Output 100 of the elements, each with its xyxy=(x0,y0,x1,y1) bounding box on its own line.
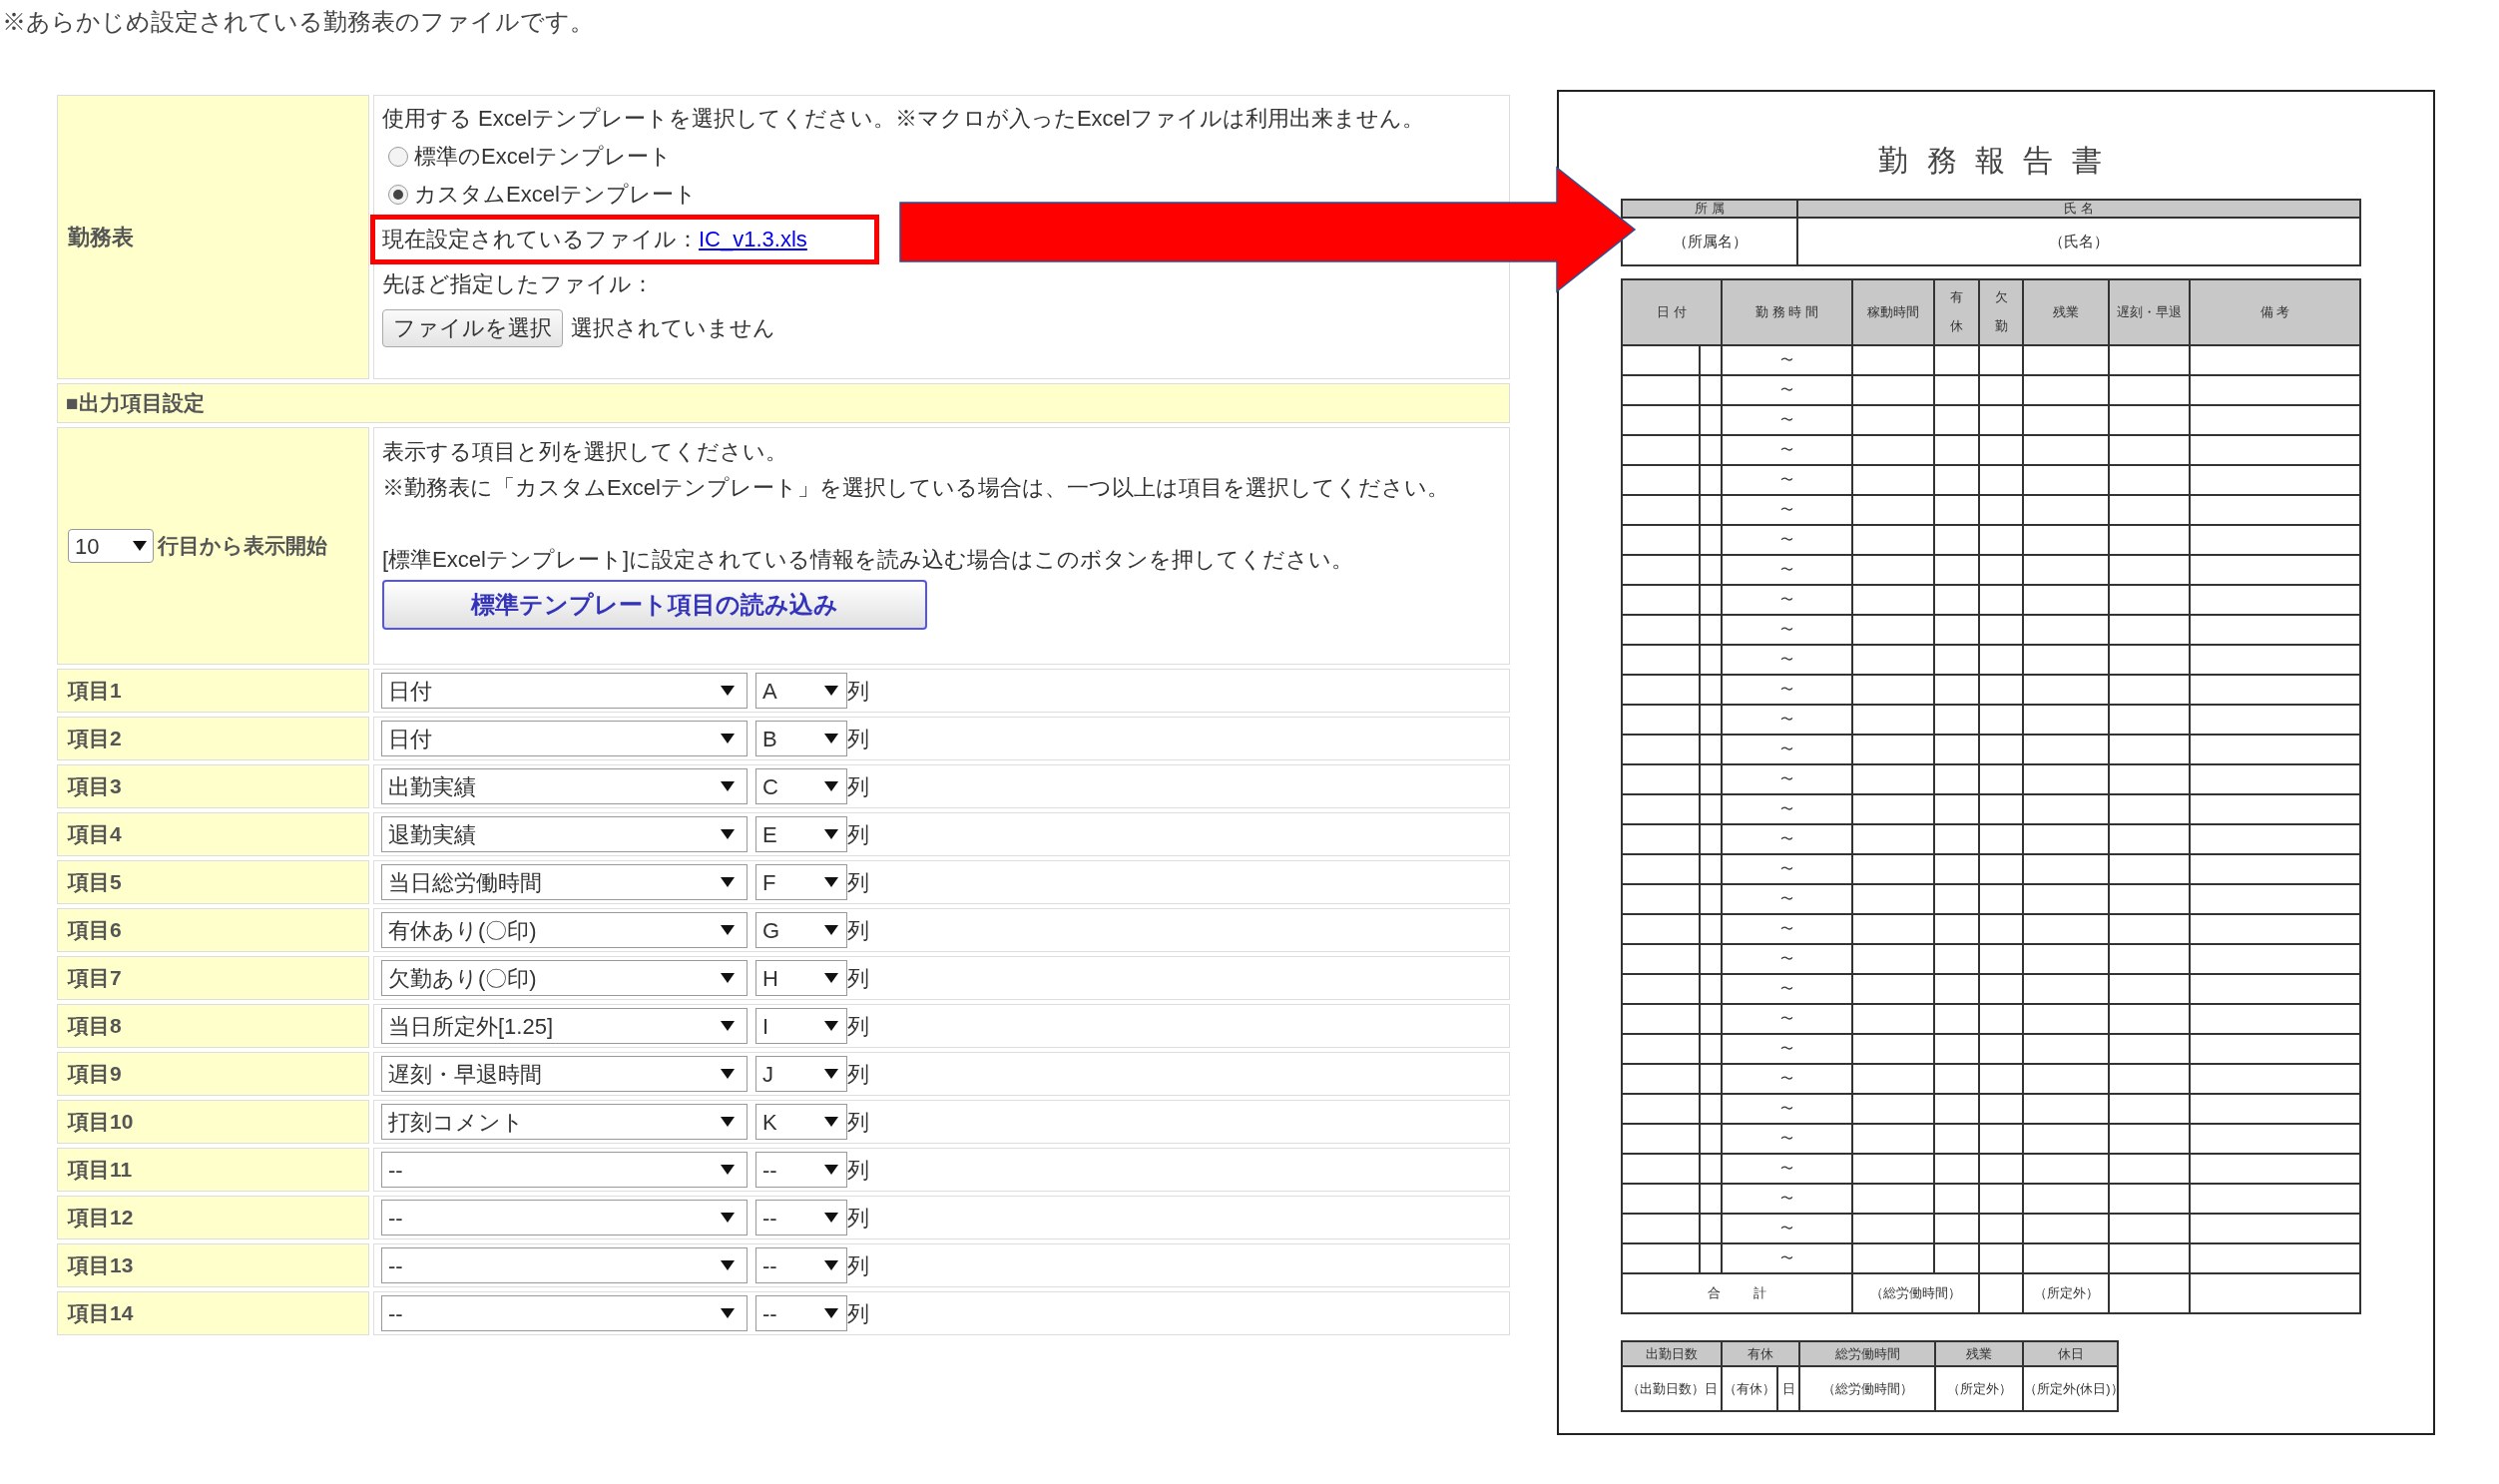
column-select[interactable]: G xyxy=(755,912,847,948)
table-cell: 〜 xyxy=(1780,1101,1793,1116)
caret-icon xyxy=(824,1260,838,1270)
caret-icon xyxy=(721,734,735,743)
field-select[interactable]: -- xyxy=(381,1200,748,1236)
column-select[interactable]: C xyxy=(755,768,847,804)
caret-icon xyxy=(721,1069,735,1079)
table-cell: （氏名） xyxy=(2049,232,2109,249)
column-header: 欠勤 xyxy=(1994,288,2008,335)
field-select[interactable]: -- xyxy=(381,1152,748,1188)
column-header: 休日 xyxy=(2057,1345,2084,1361)
table-cell: 〜 xyxy=(1780,1161,1793,1176)
field-label: 先ほど指定したファイル： xyxy=(382,270,655,298)
column-header: 所 属 xyxy=(1695,201,1725,216)
column-select[interactable]: -- xyxy=(755,1295,847,1331)
radio-label: 標準のExcelテンプレート xyxy=(414,143,672,171)
row-label: 項目2 xyxy=(68,726,122,752)
suffix-text: 列 xyxy=(847,1012,869,1041)
table-cell: 〜 xyxy=(1780,1071,1793,1086)
column-header: 有休 xyxy=(1950,288,1963,335)
help-text: 表示する項目と列を選択してください。 xyxy=(382,438,788,466)
row-label: 項目10 xyxy=(68,1109,134,1136)
column-header: 遅刻・早退 xyxy=(2117,304,2182,320)
radio-button[interactable] xyxy=(388,147,408,167)
caret-icon xyxy=(721,925,735,935)
load-template-button[interactable]: 標準テンプレート項目の読み込み xyxy=(382,580,927,630)
suffix-text: 列 xyxy=(847,772,869,801)
caret-icon xyxy=(824,829,838,839)
column-select[interactable]: J xyxy=(755,1056,847,1092)
instruction-text: 使用する Excelテンプレートを選択してください。※マクロが入ったExcelファイルは利用出来ません。 xyxy=(382,105,1425,133)
field-select[interactable]: 打刻コメント xyxy=(381,1104,748,1140)
column-header: 氏 名 xyxy=(2064,201,2094,216)
row-label: 項目3 xyxy=(68,773,122,800)
caret-icon xyxy=(824,1308,838,1318)
table-cell: 〜 xyxy=(1780,1011,1793,1026)
field-select[interactable]: 日付 xyxy=(381,721,748,756)
field-select[interactable]: -- xyxy=(381,1295,748,1331)
field-select[interactable]: 当日総労働時間 xyxy=(381,864,748,900)
field-label: 行目から表示開始 xyxy=(158,533,327,560)
suffix-text: 列 xyxy=(847,1108,869,1137)
suffix-text: 列 xyxy=(847,916,869,945)
suffix-text: 列 xyxy=(847,868,869,897)
field-select[interactable]: 日付 xyxy=(381,673,748,709)
column-select[interactable]: I xyxy=(755,1008,847,1044)
help-text: [標準Excelテンプレート]に設定されている情報を読み込む場合はこのボタンを押してください。 xyxy=(382,546,1355,574)
table-cell: 〜 xyxy=(1780,652,1793,667)
field-select[interactable]: 有休あり(〇印) xyxy=(381,912,748,948)
column-header: 出勤日数 xyxy=(1646,1345,1698,1361)
column-select[interactable]: -- xyxy=(755,1200,847,1236)
table-cell: 〜 xyxy=(1780,951,1793,966)
column-select[interactable]: A xyxy=(755,673,847,709)
caret-icon xyxy=(721,973,735,983)
caret-icon xyxy=(824,925,838,935)
column-select[interactable]: B xyxy=(755,721,847,756)
column-select[interactable]: -- xyxy=(755,1152,847,1188)
caret-icon xyxy=(824,1165,838,1175)
table-cell: 〜 xyxy=(1780,891,1793,906)
column-header: 日 付 xyxy=(1657,304,1687,320)
table-cell: （所定外(休日)） xyxy=(2024,1380,2124,1396)
table-cell: 〜 xyxy=(1780,532,1793,547)
table-cell: 〜 xyxy=(1780,442,1793,457)
field-select[interactable]: 遅刻・早退時間 xyxy=(381,1056,748,1092)
field-select[interactable]: 出勤実績 xyxy=(381,768,748,804)
table-cell: （総労働時間） xyxy=(1821,1380,1913,1396)
arrow-icon xyxy=(899,166,1637,293)
caret-icon xyxy=(721,1308,735,1318)
start-row-select[interactable]: 10 xyxy=(68,529,154,563)
choose-file-button[interactable]: ファイルを選択 xyxy=(382,309,563,347)
file-link[interactable]: IC_v1.3.xls xyxy=(699,220,807,259)
column-select[interactable]: K xyxy=(755,1104,847,1140)
column-select[interactable]: F xyxy=(755,864,847,900)
column-select[interactable]: E xyxy=(755,816,847,852)
column-select[interactable]: H xyxy=(755,960,847,996)
field-select[interactable]: 欠勤あり(〇印) xyxy=(381,960,748,996)
field-label: 現在設定されているファイル： xyxy=(382,226,699,253)
suffix-text: 列 xyxy=(847,1060,869,1089)
column-select[interactable]: -- xyxy=(755,1247,847,1283)
row-label: 項目14 xyxy=(68,1300,134,1327)
table-cell: 〜 xyxy=(1780,861,1793,876)
field-select[interactable]: 当日所定外[1.25] xyxy=(381,1008,748,1044)
table-cell: 〜 xyxy=(1780,472,1793,487)
radio-label: カスタムExcelテンプレート xyxy=(414,181,697,209)
row-label: 勤務表 xyxy=(68,224,134,251)
caret-icon xyxy=(721,1213,735,1223)
row-label: 項目11 xyxy=(68,1157,133,1184)
table-cell: 〜 xyxy=(1780,622,1793,637)
suffix-text: 列 xyxy=(847,725,869,753)
caret-icon xyxy=(721,1260,735,1270)
field-select[interactable]: 退勤実績 xyxy=(381,816,748,852)
suffix-text: 列 xyxy=(847,1251,869,1280)
caret-icon xyxy=(721,877,735,887)
column-header: 残業 xyxy=(1966,1345,1992,1361)
caret-icon xyxy=(824,877,838,887)
table-cell: （有休） xyxy=(1724,1380,1775,1396)
radio-button[interactable] xyxy=(388,185,408,205)
note-text: ※あらかじめ設定されている勤務表のファイルです。 xyxy=(1,7,595,37)
table-cell: 〜 xyxy=(1780,1250,1793,1265)
table-cell: 〜 xyxy=(1780,712,1793,727)
caret-icon xyxy=(824,1213,838,1223)
field-select[interactable]: -- xyxy=(381,1247,748,1283)
